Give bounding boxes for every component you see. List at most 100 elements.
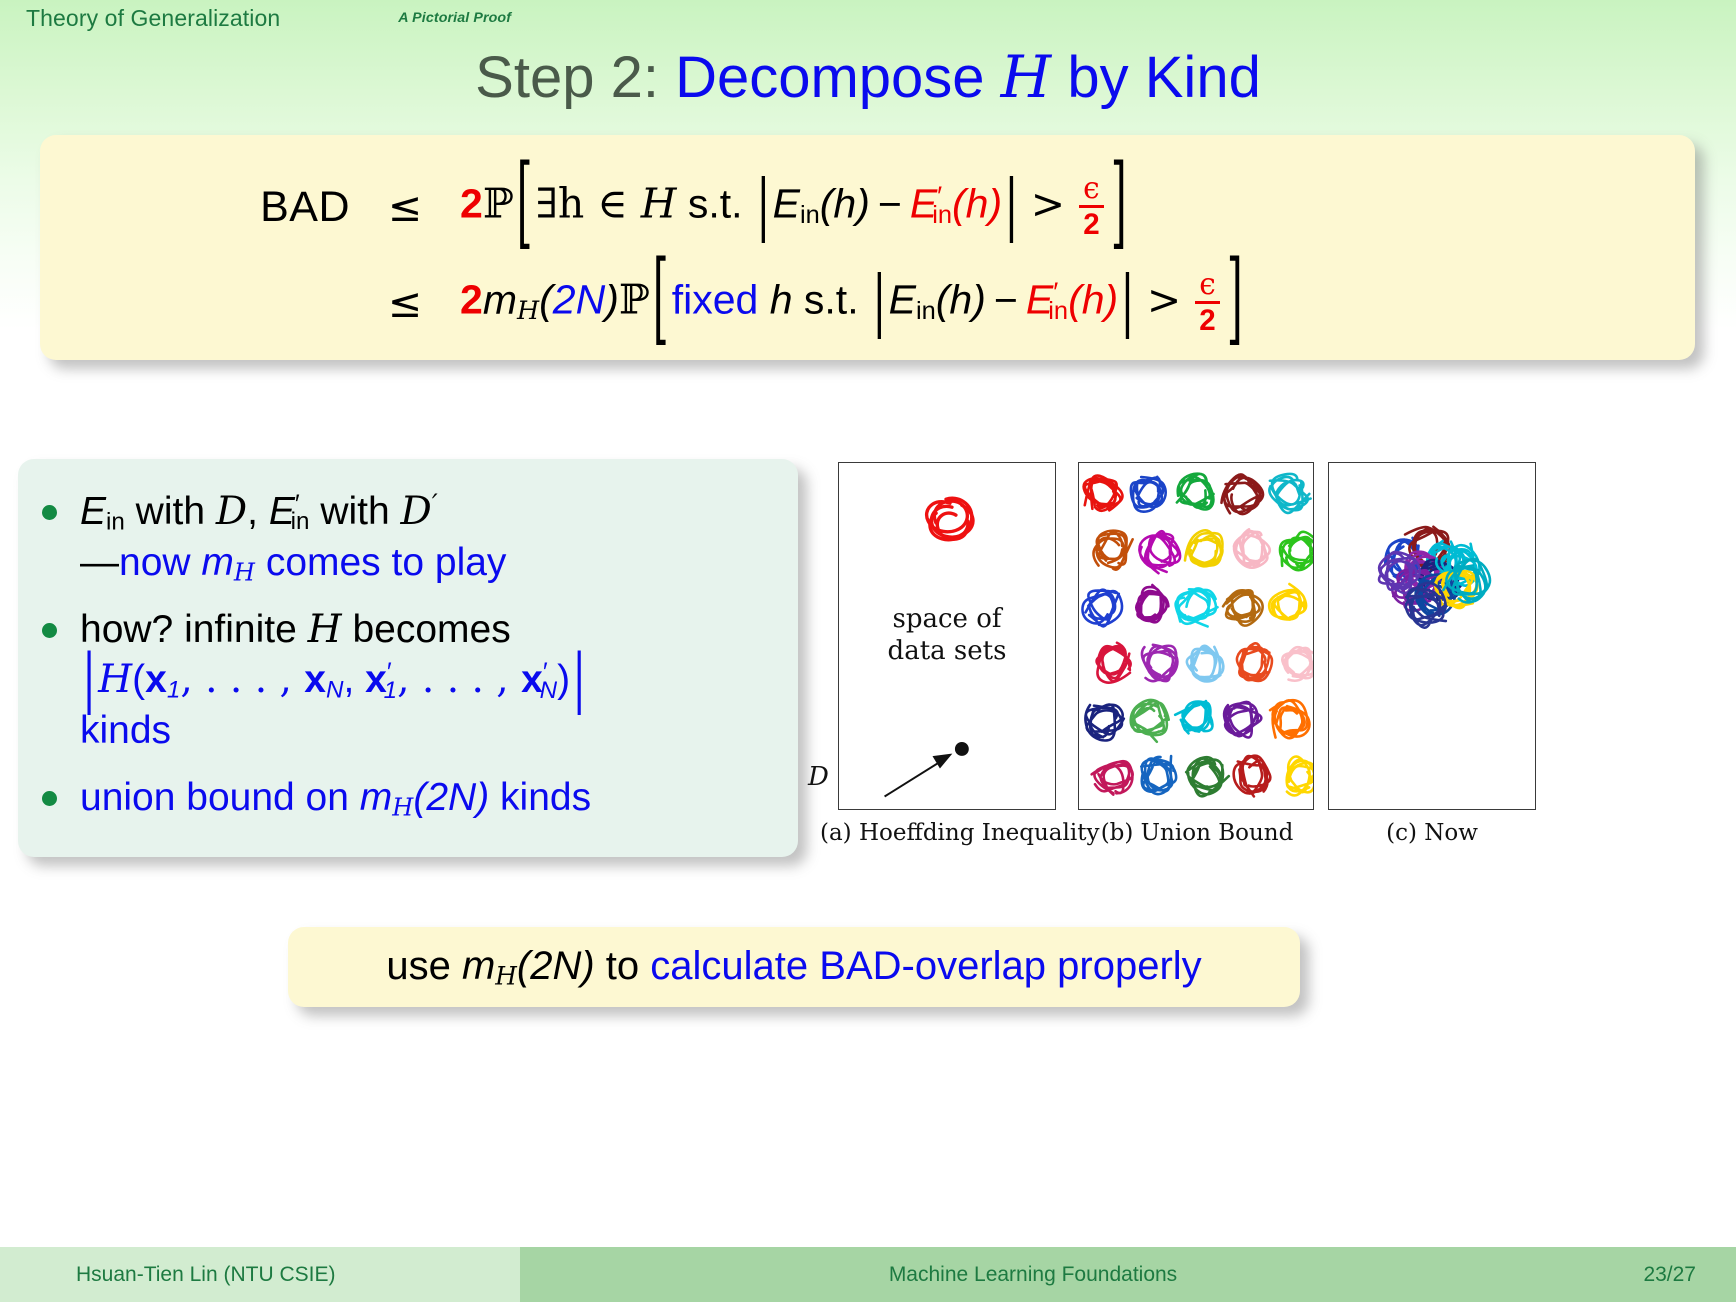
bullet-dot-icon xyxy=(42,790,57,806)
bracket-close-2: ] xyxy=(1226,238,1243,357)
ein-symbol-2: E xyxy=(888,276,916,323)
ein-symbol: E xyxy=(80,490,107,533)
footer-author: Hsuan-Tien Lin (NTU CSIE) xyxy=(0,1247,520,1302)
ein-prime-subscript: in xyxy=(290,508,310,536)
such-that-2: s.t. xyxy=(792,276,870,323)
bullet-1-line-2: —now mH comes to play xyxy=(80,538,782,589)
bracket-open-1: [ xyxy=(516,142,533,261)
comma-b2: , xyxy=(343,658,366,702)
figure-group: space of data sets D (a) Hoeffding Inequ… xyxy=(808,462,1720,862)
scribble-blob xyxy=(1221,588,1264,627)
scribble-blob xyxy=(1232,528,1272,569)
growth-function-subscript-b1: H xyxy=(233,558,255,587)
space-label-line-2: data sets xyxy=(887,635,1007,666)
ein-prime-argument-2: (h) xyxy=(1068,276,1119,323)
abs-open-2: | xyxy=(873,259,885,340)
bullet-dot-icon xyxy=(42,505,57,520)
formula-body-2: 2mH((2N)2N)ℙ[fixed h s.t. |Ein(h)−E′in(h… xyxy=(460,239,1695,357)
hypothesis-set-symbol-b2: H xyxy=(307,606,342,652)
epsilon-over-two-1: ϵ 2 xyxy=(1079,174,1104,239)
scribble-blob xyxy=(1138,529,1182,575)
scribble-blob xyxy=(1185,644,1225,683)
ellipsis-2: , . . . , xyxy=(397,657,522,703)
probability-symbol-1: ℙ xyxy=(482,179,514,228)
scribble-blob xyxy=(1082,474,1124,513)
growth-function-subscript: H xyxy=(516,295,540,326)
figure-panel-now xyxy=(1328,462,1536,810)
comma-1: , xyxy=(247,490,269,533)
such-that-1: s.t. xyxy=(676,180,754,227)
title-hypothesis-symbol: H xyxy=(1000,43,1052,111)
bracket-close-1: ] xyxy=(1110,142,1127,261)
exists-quantifier: ∃h ∈ xyxy=(535,179,641,228)
greater-than-2: > xyxy=(1146,275,1182,324)
scribble-blob xyxy=(1184,755,1231,798)
summary-text: use mH(2N) to calculate BAD-overlap prop… xyxy=(386,944,1201,990)
growth-argument-inner: 2N xyxy=(552,276,606,323)
comes-to-play-text: comes to play xyxy=(254,540,507,584)
bracket-open-2: [ xyxy=(652,238,669,357)
greater-than-1: > xyxy=(1030,179,1066,228)
coef-2-red: 2 xyxy=(460,180,483,227)
dataset-point-arrow xyxy=(884,742,969,798)
x-prime-vector-n-sub: N xyxy=(539,676,558,704)
dataset-d-prime-symbol: D xyxy=(400,489,432,534)
minus-sign-1: − xyxy=(877,180,902,227)
bullet-2-line-1: how? infinite H becomes xyxy=(80,606,511,652)
breadcrumb-subsection: A Pictorial Proof xyxy=(398,10,512,26)
probability-symbol-2: ℙ xyxy=(618,275,650,324)
scribble-blob xyxy=(1235,642,1274,683)
hypothesis-set-symbol-b2b: H xyxy=(98,657,133,703)
abs-open-b2: | xyxy=(84,641,95,717)
page-title: Step 2: Decompose H by Kind xyxy=(0,46,1736,110)
red-blob xyxy=(925,496,975,542)
formula-lhs-bad: BAD xyxy=(260,182,350,231)
now-word: now xyxy=(119,540,202,584)
kinds-text: kinds xyxy=(489,775,592,819)
x-vector-1-sub: 1 xyxy=(166,676,181,704)
growth-function-symbol: m xyxy=(482,276,517,323)
space-of-data-sets-label: space of data sets xyxy=(838,604,1056,667)
ein-subscript: in xyxy=(106,508,125,536)
with-word-2: with xyxy=(309,490,401,533)
growth-function-subscript-b3: H xyxy=(392,792,414,821)
scribble-blob xyxy=(1095,641,1132,684)
footer-bar: Hsuan-Tien Lin (NTU CSIE) Machine Learni… xyxy=(0,1247,1736,1302)
summary-callout-box: use mH(2N) to calculate BAD-overlap prop… xyxy=(288,927,1300,1007)
scribble-blob xyxy=(1278,530,1313,572)
scribble-blob xyxy=(1183,529,1224,568)
h-variable-2: h xyxy=(758,276,793,323)
space-label-line-1: space of xyxy=(892,604,1002,634)
growth-paren-open: ( xyxy=(539,276,553,323)
growth-function-symbol-b1: m xyxy=(201,540,234,584)
two-denominator-1: 2 xyxy=(1083,208,1100,241)
formula-relation-2: ≤ xyxy=(387,279,423,327)
scribble-blob xyxy=(1232,754,1272,798)
abs-close-1: | xyxy=(1006,163,1017,244)
figure-caption-b: (b) Union Bound xyxy=(1100,820,1294,846)
summary-middle: to xyxy=(594,943,651,988)
scribble-blob xyxy=(1174,587,1219,628)
bullet-1-line-1: Ein with D, E′in with D′ xyxy=(80,489,438,536)
figure-caption-a: (a) Hoeffding Inequality xyxy=(820,820,1100,846)
scribble-blob xyxy=(1139,754,1178,796)
formula-row-1: BAD ≤ 2ℙ[∃h ∈ H s.t. |Ein(h) − E′in(h)| > ϵ… xyxy=(40,143,1695,261)
list-item: Ein with D, E′in with D′ —now mH comes t… xyxy=(42,487,782,589)
ein-prime-subscript-1: in xyxy=(932,201,953,230)
footer-page-number: 23/27 xyxy=(1546,1247,1736,1302)
dataset-d-annotation: D xyxy=(808,762,829,792)
formula-row-2: ≤ 2mH((2N)2N)ℙ[fixed h s.t. |Ein(h)−E′in… xyxy=(40,239,1695,357)
paren-open-b2: ( xyxy=(132,658,146,702)
title-highlight-a: Decompose xyxy=(675,45,1001,110)
list-item: union bound on mH(2N) kinds xyxy=(42,773,782,824)
x-vector-n-sub: N xyxy=(326,676,344,704)
em-dash: — xyxy=(80,540,119,584)
formula-rows: BAD ≤ 2ℙ[∃h ∈ H s.t. |Ein(h) − E′in(h)| > ϵ… xyxy=(40,135,1695,360)
epsilon-numerator-2: ϵ xyxy=(1199,267,1216,302)
coef-2-red-2: 2 xyxy=(460,276,483,323)
footer-course: Machine Learning Foundations xyxy=(520,1247,1546,1302)
abs-open-1: | xyxy=(757,163,769,244)
bullet-dot-icon xyxy=(42,622,57,638)
scribble-blob xyxy=(1175,472,1215,511)
list-item: how? infinite H becomes | H(x1, . . . , x… xyxy=(42,605,782,757)
